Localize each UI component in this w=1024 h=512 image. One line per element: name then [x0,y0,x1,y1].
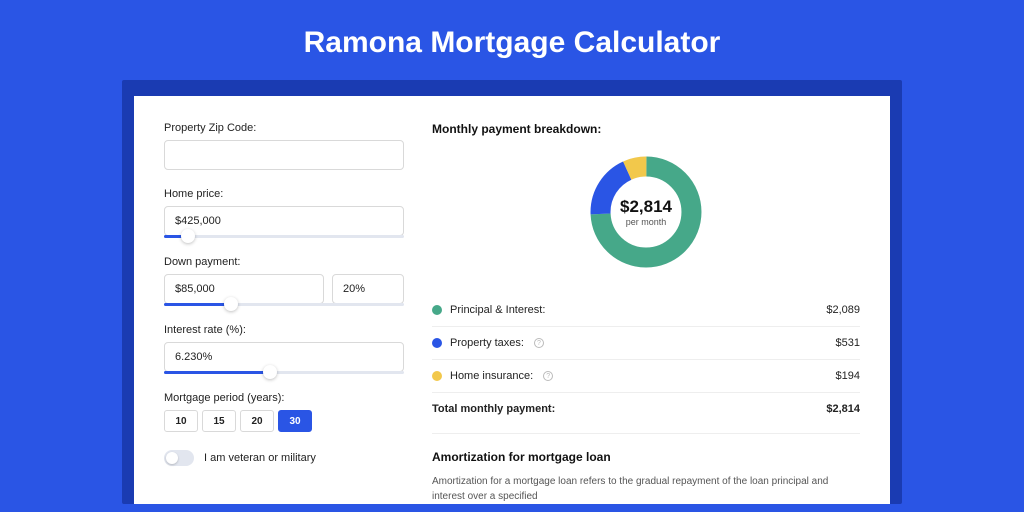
breakdown-item-name: Principal & Interest: [450,304,545,316]
veteran-label: I am veteran or military [204,452,316,464]
breakdown-item-value: $194 [836,370,860,382]
home-price-field: Home price: [164,188,404,238]
panel-backdrop: Property Zip Code: Home price: Down paym… [122,80,902,504]
donut-sub: per month [626,217,667,227]
home-price-slider-thumb[interactable] [181,229,195,243]
period-option-30[interactable]: 30 [278,410,312,432]
period-option-15[interactable]: 15 [202,410,236,432]
total-label: Total monthly payment: [432,403,555,415]
amortization-title: Amortization for mortgage loan [432,450,860,464]
amortization-section: Amortization for mortgage loan Amortizat… [432,433,860,504]
interest-rate-field: Interest rate (%): [164,324,404,374]
legend-dot-icon [432,371,442,381]
interest-rate-slider[interactable] [164,371,404,374]
interest-rate-slider-thumb[interactable] [263,365,277,379]
breakdown-row: Principal & Interest: $2,089 [432,294,860,326]
calculator-panel: Property Zip Code: Home price: Down paym… [134,96,890,504]
period-option-20[interactable]: 20 [240,410,274,432]
breakdown-title: Monthly payment breakdown: [432,122,860,136]
amortization-text: Amortization for a mortgage loan refers … [432,474,860,504]
down-payment-slider-thumb[interactable] [224,297,238,311]
veteran-toggle[interactable] [164,450,194,466]
down-payment-label: Down payment: [164,256,404,268]
donut-chart: $2,814 per month [586,152,706,272]
zip-label: Property Zip Code: [164,122,404,134]
interest-rate-input[interactable] [164,342,404,372]
donut-chart-wrap: $2,814 per month [432,152,860,272]
breakdown-row: Property taxes:? $531 [432,326,860,359]
home-price-label: Home price: [164,188,404,200]
breakdown-column: Monthly payment breakdown: $2,814 per mo… [432,122,860,504]
info-icon[interactable]: ? [543,371,553,381]
down-payment-amount-input[interactable] [164,274,324,304]
breakdown-row: Home insurance:? $194 [432,359,860,392]
breakdown-item-name: Property taxes: [450,337,524,349]
total-value: $2,814 [826,403,860,415]
breakdown-item-value: $2,089 [826,304,860,316]
mortgage-period-segmented: 10152030 [164,410,312,432]
period-option-10[interactable]: 10 [164,410,198,432]
legend-dot-icon [432,338,442,348]
donut-center: $2,814 per month [586,152,706,272]
home-price-input[interactable] [164,206,404,236]
mortgage-period-label: Mortgage period (years): [164,392,404,404]
home-price-slider[interactable] [164,235,404,238]
toggle-dot-icon [166,452,178,464]
donut-amount: $2,814 [620,197,672,217]
form-column: Property Zip Code: Home price: Down paym… [164,122,404,504]
breakdown-total-row: Total monthly payment: $2,814 [432,392,860,425]
zip-input[interactable] [164,140,404,170]
breakdown-item-value: $531 [836,337,860,349]
down-payment-field: Down payment: [164,256,404,306]
down-payment-slider[interactable] [164,303,404,306]
breakdown-item-name: Home insurance: [450,370,533,382]
info-icon[interactable]: ? [534,338,544,348]
breakdown-rows: Principal & Interest: $2,089 Property taxe… [432,294,860,392]
down-payment-percent-input[interactable] [332,274,404,304]
page-title: Ramona Mortgage Calculator [0,0,1024,80]
legend-dot-icon [432,305,442,315]
mortgage-period-field: Mortgage period (years): 10152030 [164,392,404,432]
veteran-row: I am veteran or military [164,450,404,466]
zip-field: Property Zip Code: [164,122,404,170]
interest-rate-label: Interest rate (%): [164,324,404,336]
